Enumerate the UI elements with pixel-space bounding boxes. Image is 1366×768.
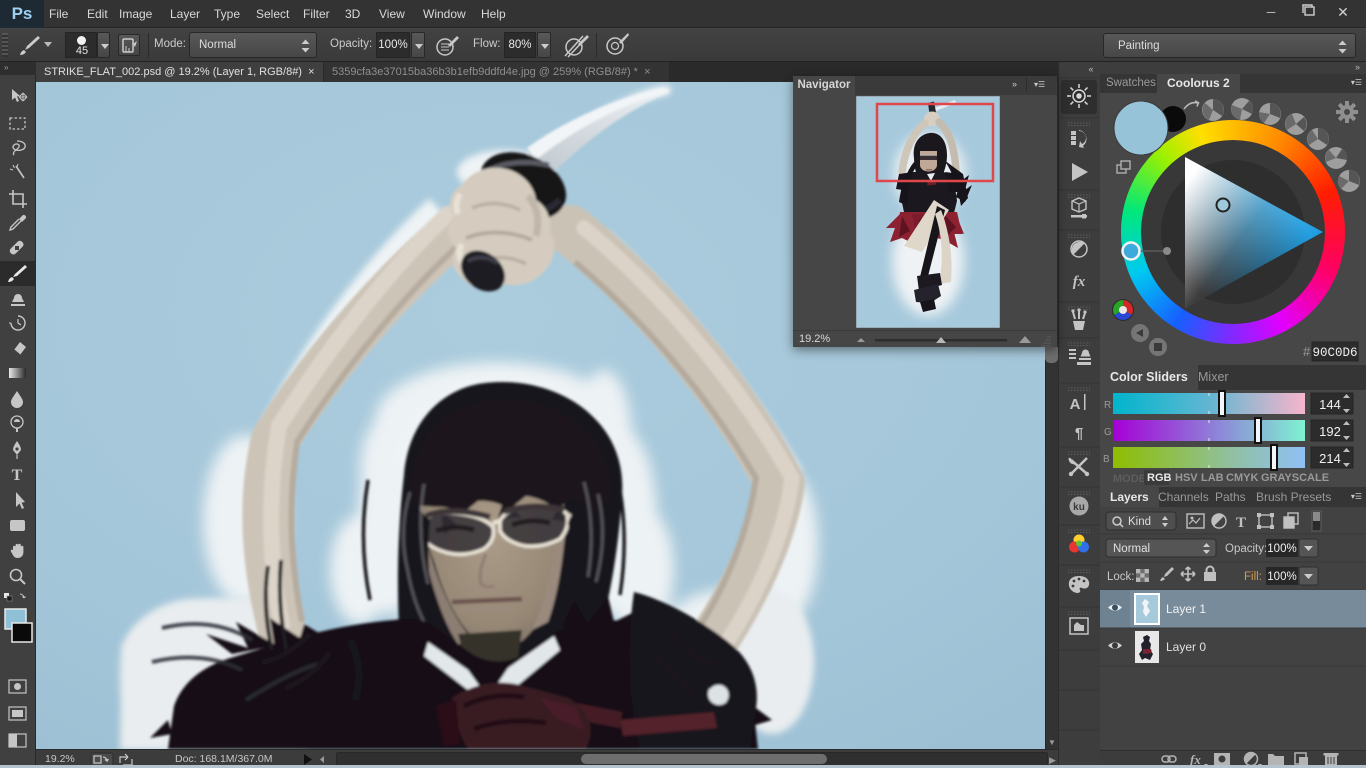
svg-text:#: # bbox=[1303, 344, 1311, 359]
svg-text:Fill:: Fill: bbox=[1244, 571, 1262, 583]
svg-text:90C0D6: 90C0D6 bbox=[1312, 346, 1357, 360]
svg-text:100%: 100% bbox=[1267, 543, 1296, 555]
svg-text:T: T bbox=[1236, 515, 1246, 531]
svg-text:HSV: HSV bbox=[1175, 472, 1198, 484]
svg-text:LAB: LAB bbox=[1201, 472, 1224, 484]
svg-text:Layer 1: Layer 1 bbox=[1166, 602, 1206, 616]
svg-text:R: R bbox=[1104, 400, 1111, 411]
svg-text:144: 144 bbox=[1319, 397, 1341, 412]
svg-text:CMYK: CMYK bbox=[1226, 472, 1258, 484]
svg-text:A: A bbox=[1070, 396, 1081, 413]
svg-text:T: T bbox=[12, 467, 23, 484]
svg-text:¶: ¶ bbox=[1075, 425, 1083, 442]
svg-text:B: B bbox=[1103, 454, 1110, 465]
svg-text:fx: fx bbox=[1073, 274, 1086, 290]
svg-text:214: 214 bbox=[1319, 451, 1341, 466]
svg-text:GRAYSCALE: GRAYSCALE bbox=[1261, 472, 1329, 484]
svg-text:MODE: MODE bbox=[1113, 473, 1146, 485]
svg-text:«: « bbox=[1088, 64, 1093, 74]
svg-text:ku: ku bbox=[1073, 502, 1085, 513]
svg-text:100%: 100% bbox=[1267, 571, 1296, 583]
svg-text:RGB: RGB bbox=[1147, 472, 1172, 484]
svg-text:Lock:: Lock: bbox=[1107, 571, 1135, 583]
svg-text:Normal: Normal bbox=[1113, 543, 1150, 555]
svg-text:Kind: Kind bbox=[1128, 516, 1151, 528]
svg-text:Opacity:: Opacity: bbox=[1225, 543, 1267, 555]
svg-text:192: 192 bbox=[1319, 424, 1341, 439]
svg-text:Layer 0: Layer 0 bbox=[1166, 640, 1206, 654]
svg-text:G: G bbox=[1104, 427, 1112, 438]
